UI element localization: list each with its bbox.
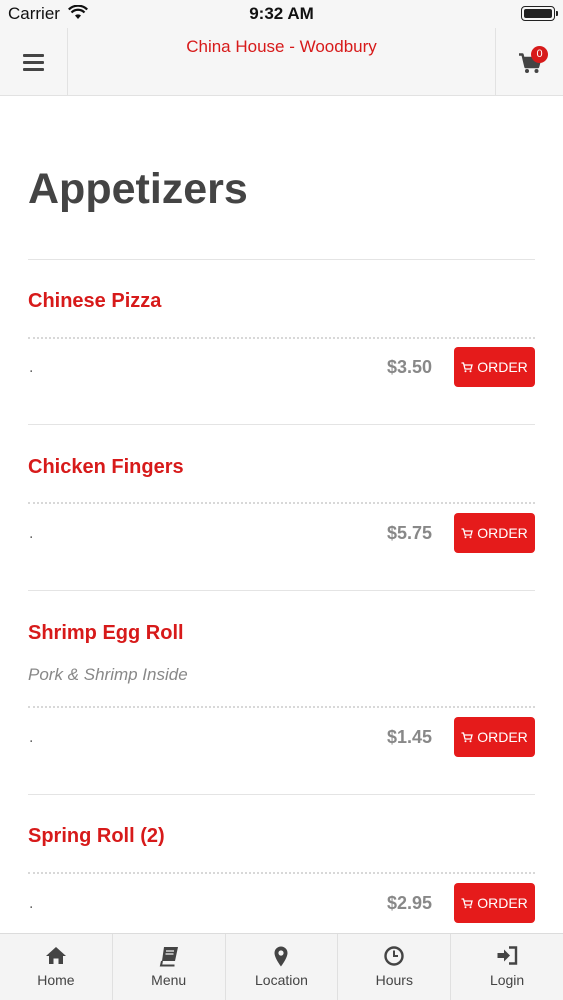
- item-divider: [28, 424, 535, 425]
- tab-menu[interactable]: Menu: [113, 934, 226, 1000]
- dotted-separator: [28, 872, 535, 874]
- hamburger-icon: [23, 50, 44, 75]
- tab-hours[interactable]: Hours: [338, 934, 452, 1000]
- item-divider: [28, 794, 535, 795]
- item-description: Pork & Shrimp Inside: [28, 665, 188, 684]
- dotted-separator: [28, 502, 535, 504]
- tab-login[interactable]: Login: [451, 934, 563, 1000]
- cart-count-badge: 0: [531, 46, 548, 63]
- order-label: ORDER: [477, 359, 528, 375]
- item-detail-dot: .: [29, 359, 34, 376]
- status-time: 9:32 AM: [249, 4, 314, 23]
- hamburger-menu-button[interactable]: [0, 28, 68, 96]
- item-price: $2.95: [386, 893, 432, 913]
- order-label: ORDER: [477, 895, 528, 911]
- order-label: ORDER: [477, 525, 528, 541]
- cart-button[interactable]: 0: [495, 28, 563, 96]
- item-divider: [28, 590, 535, 591]
- dotted-separator: [28, 337, 535, 339]
- item-detail-dot: .: [29, 525, 34, 542]
- item-price: $1.45: [386, 727, 432, 747]
- page-title: Appetizers: [28, 165, 248, 213]
- restaurant-title: China House - Woodbury: [186, 37, 377, 56]
- login-icon: [497, 946, 518, 965]
- cart-icon: [461, 361, 474, 372]
- order-button[interactable]: ORDER: [454, 883, 535, 923]
- map-pin-icon: [274, 946, 288, 967]
- cart-icon: [461, 731, 474, 742]
- item-name[interactable]: Chinese Pizza: [28, 290, 161, 313]
- item-name[interactable]: Shrimp Egg Roll: [28, 622, 184, 645]
- tab-label: Hours: [375, 972, 413, 988]
- order-button[interactable]: ORDER: [454, 717, 535, 757]
- tab-label: Login: [489, 972, 525, 988]
- home-icon: [45, 947, 66, 964]
- order-button[interactable]: ORDER: [454, 347, 535, 387]
- cart-icon: [461, 527, 474, 538]
- item-name[interactable]: Chicken Fingers: [28, 456, 184, 479]
- tab-home[interactable]: Home: [0, 934, 113, 1000]
- item-detail-dot: .: [29, 895, 34, 912]
- dotted-separator: [28, 706, 535, 708]
- item-price: $5.75: [386, 523, 432, 543]
- tab-label: Menu: [151, 972, 187, 988]
- item-name[interactable]: Spring Roll (2): [28, 825, 165, 848]
- bottom-tab-bar: Home Menu Location Hours Login: [0, 933, 563, 1000]
- order-label: ORDER: [477, 729, 528, 745]
- tab-location[interactable]: Location: [226, 934, 339, 1000]
- tab-label: Location: [255, 972, 308, 988]
- battery-icon: [521, 6, 558, 21]
- item-detail-dot: .: [29, 729, 34, 746]
- tab-label: Home: [37, 972, 75, 988]
- app-header: China House - Woodbury 0: [0, 28, 563, 96]
- item-price: $3.50: [386, 357, 432, 377]
- section-divider: [28, 259, 535, 260]
- status-bar: Carrier 9:32 AM: [0, 0, 563, 28]
- book-icon: [159, 947, 178, 967]
- cart-icon: [461, 897, 474, 908]
- order-button[interactable]: ORDER: [454, 513, 535, 553]
- clock-icon: [384, 946, 404, 966]
